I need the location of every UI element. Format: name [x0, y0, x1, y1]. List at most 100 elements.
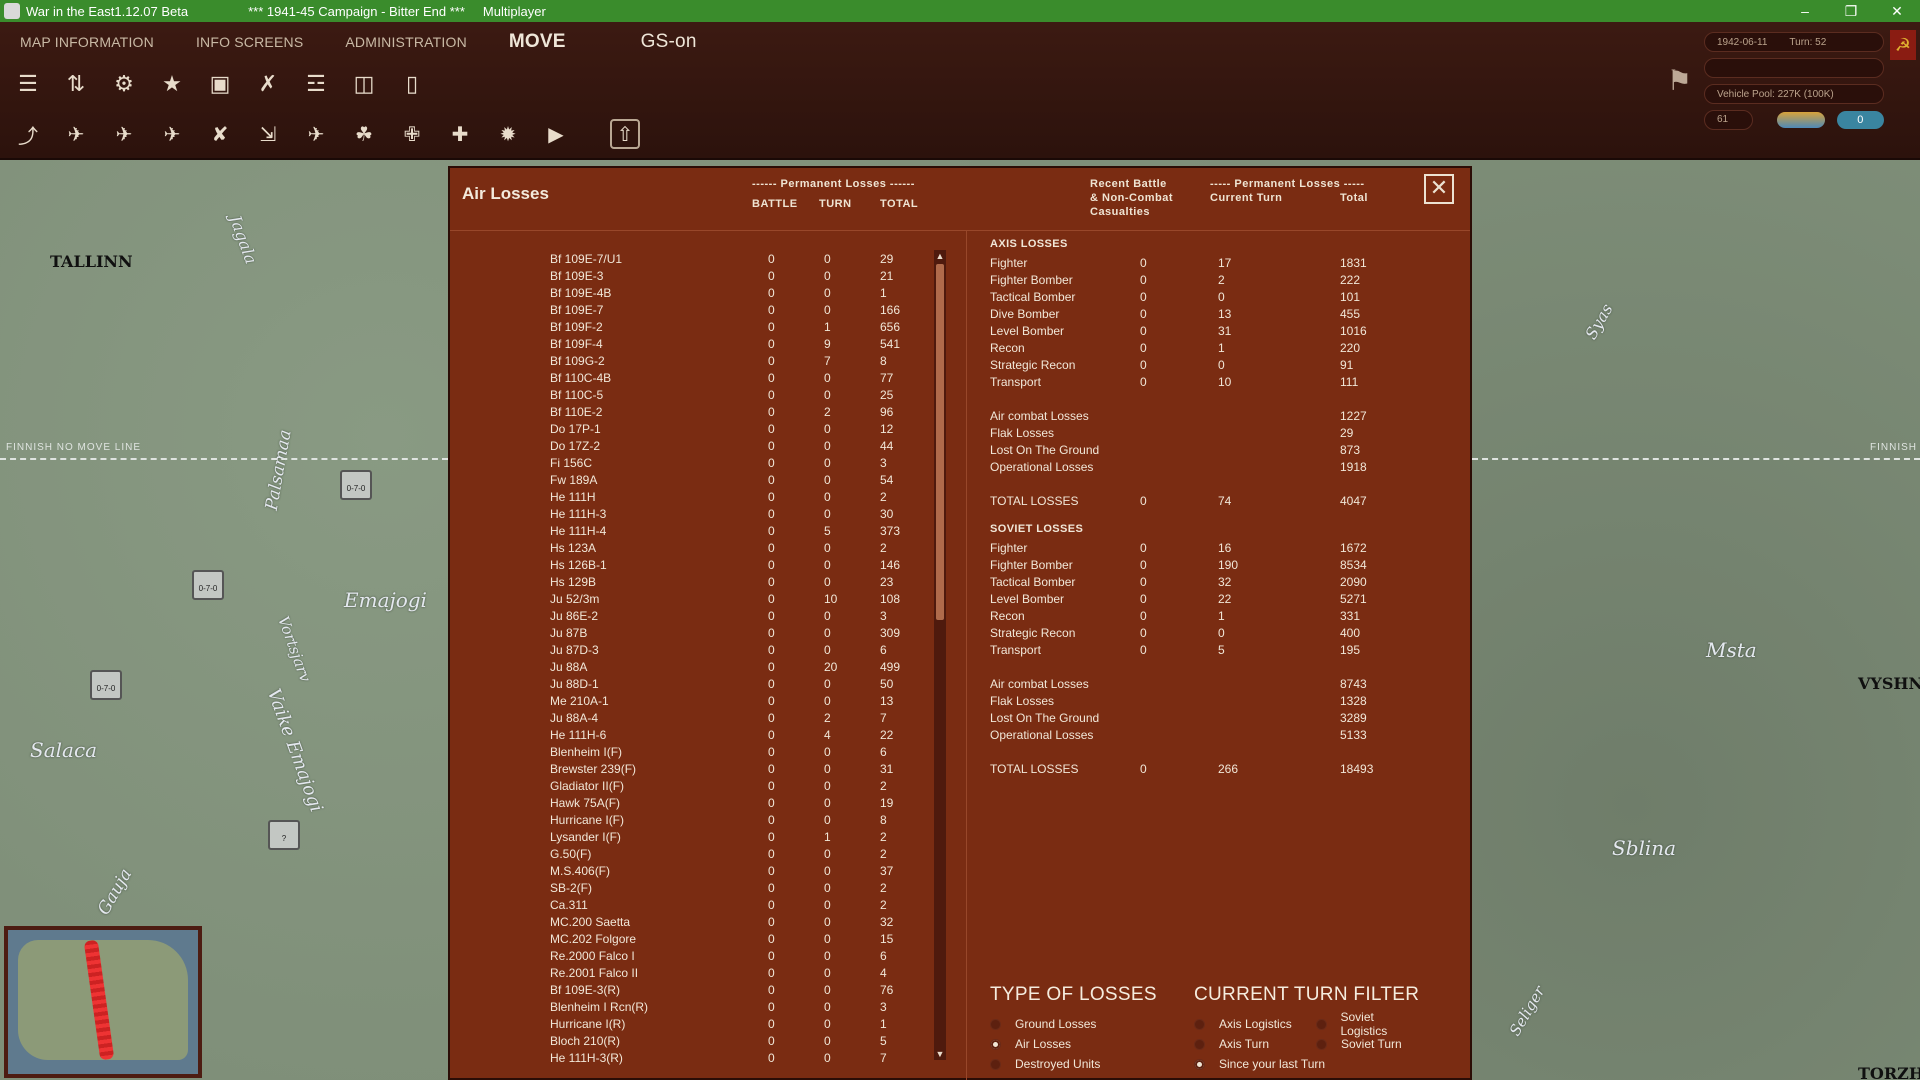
weather-toggle[interactable] — [1777, 112, 1825, 128]
unit-counter[interactable]: 0-7-0 — [192, 570, 224, 600]
close-button[interactable]: ✕ — [1424, 174, 1454, 204]
layers-icon[interactable]: ☰ — [8, 64, 48, 104]
table-row[interactable]: Brewster 239(F) 0 0 31 — [450, 762, 950, 779]
table-row[interactable]: Do 17Z-2 0 0 44 — [450, 439, 950, 456]
table-row[interactable]: MC.200 Saetta 0 0 32 — [450, 915, 950, 932]
close-window-icon[interactable]: ✕ — [1874, 0, 1920, 22]
table-row[interactable]: He 111H-6 0 4 22 — [450, 728, 950, 745]
gear-icon[interactable]: ⚙ — [104, 64, 144, 104]
table-row[interactable]: He 111H-3(R) 0 0 7 — [450, 1051, 950, 1068]
table-row[interactable]: Bf 110C-5 0 0 25 — [450, 388, 950, 405]
table-row[interactable]: Bf 109E-3 0 0 21 — [450, 269, 950, 286]
table-row[interactable]: Bloch 210(R) 0 0 5 — [450, 1034, 950, 1051]
interdiction-icon[interactable]: ✘ — [200, 114, 240, 154]
hq-icon[interactable]: ▣ — [200, 64, 240, 104]
radio-ground-losses[interactable]: Ground Losses — [990, 1014, 1096, 1034]
table-row[interactable]: Ju 88D-1 0 0 50 — [450, 677, 950, 694]
radio-air-losses[interactable]: Air Losses — [990, 1034, 1071, 1054]
town-torzh[interactable]: TORZH — [1858, 1064, 1920, 1080]
town-tallinn[interactable]: TALLINN — [50, 252, 133, 271]
radio-icon[interactable] — [990, 1038, 1001, 1050]
play-icon[interactable]: ▶ — [536, 114, 576, 154]
table-row[interactable]: Lysander I(F) 0 1 2 — [450, 830, 950, 847]
restore-icon[interactable]: ❐ — [1828, 0, 1874, 22]
table-row[interactable]: G.50(F) 0 0 2 — [450, 847, 950, 864]
table-row[interactable]: Hawk 75A(F) 0 0 19 — [450, 796, 950, 813]
transfer-icon[interactable]: ⇲ — [248, 114, 288, 154]
table-row[interactable]: Blenheim I(F) 0 0 6 — [450, 745, 950, 762]
table-row[interactable]: Bf 109E-7/U1 0 0 29 — [450, 252, 950, 269]
table-row[interactable]: Blenheim I Rcn(R) 0 0 3 — [450, 1000, 950, 1017]
minimize-icon[interactable]: – — [1782, 0, 1828, 22]
scroll-thumb[interactable] — [936, 264, 944, 620]
unit-counter[interactable]: 0-7-0 — [90, 670, 122, 700]
bomb-icon[interactable]: ✈ — [152, 114, 192, 154]
radio-icon[interactable] — [1194, 1038, 1205, 1050]
table-row[interactable]: Re.2001 Falco II 0 0 4 — [450, 966, 950, 983]
table-row[interactable]: Re.2000 Falco I 0 0 6 — [450, 949, 950, 966]
table-row[interactable]: He 111H-4 0 5 373 — [450, 524, 950, 541]
radio-icon[interactable] — [1316, 1018, 1327, 1030]
table-row[interactable]: He 111H-3 0 0 30 — [450, 507, 950, 524]
table-row[interactable]: Hurricane I(F) 0 0 8 — [450, 813, 950, 830]
table-row[interactable]: Ju 86E-2 0 0 3 — [450, 609, 950, 626]
table-row[interactable]: M.S.406(F) 0 0 37 — [450, 864, 950, 881]
table-row[interactable]: Bf 109F-4 0 9 541 — [450, 337, 950, 354]
explosion-icon[interactable]: ✹ — [488, 114, 528, 154]
table-row[interactable]: Bf 109E-3(R) 0 0 76 — [450, 983, 950, 1000]
formation-icon[interactable]: ⚑ — [1667, 64, 1692, 97]
table-row[interactable]: Gladiator II(F) 0 0 2 — [450, 779, 950, 796]
table-row[interactable]: Ca.311 0 0 2 — [450, 898, 950, 915]
recon-mission-icon[interactable]: ✙ — [392, 114, 432, 154]
airbase-icon[interactable]: ⤴ — [8, 114, 48, 154]
table-row[interactable]: He 111H 0 0 2 — [450, 490, 950, 507]
supply-icon[interactable]: ▯ — [392, 64, 432, 104]
scroll-down-icon[interactable]: ▼ — [934, 1048, 946, 1060]
table-row[interactable]: Ju 87D-3 0 0 6 — [450, 643, 950, 660]
tab-info-screens[interactable]: INFO SCREENS — [186, 34, 313, 50]
table-row[interactable]: Bf 110C-4B 0 0 77 — [450, 371, 950, 388]
star-icon[interactable]: ★ — [152, 64, 192, 104]
table-row[interactable]: MC.202 Folgore 0 0 15 — [450, 932, 950, 949]
aircraft-loss-list[interactable]: Bf 109E-7/U1 0 0 29 Bf 109E-3 0 0 21 Bf 109E-4B 0… — [450, 252, 950, 1068]
units-icon[interactable]: ⇅ — [56, 64, 96, 104]
table-row[interactable]: Hs 123A 0 0 2 — [450, 541, 950, 558]
table-row[interactable]: SB-2(F) 0 0 2 — [450, 881, 950, 898]
tab-administration[interactable]: ADMINISTRATION — [335, 34, 477, 50]
radio-icon[interactable] — [990, 1018, 1001, 1030]
air-recon-icon[interactable]: ✈ — [56, 114, 96, 154]
table-row[interactable]: Bf 109G-2 0 7 8 — [450, 354, 950, 371]
table-row[interactable]: Bf 109E-7 0 0 166 — [450, 303, 950, 320]
radio-soviet-turn[interactable]: Soviet Turn — [1316, 1034, 1402, 1054]
table-row[interactable]: Me 210A-1 0 0 13 — [450, 694, 950, 711]
unit-counter[interactable]: 0-7-0 — [340, 470, 372, 500]
table-row[interactable]: Ju 52/3m 0 10 108 — [450, 592, 950, 609]
unit-counter[interactable]: ? — [268, 820, 300, 850]
radio-icon[interactable] — [990, 1058, 1001, 1070]
list-scrollbar[interactable]: ▲ ▼ — [934, 250, 946, 1060]
tab-map-information[interactable]: MAP INFORMATION — [10, 34, 164, 50]
move-mode-button[interactable]: MOVE — [499, 31, 576, 53]
gs-toggle-button[interactable]: GS-on — [631, 31, 707, 53]
table-row[interactable]: Bf 109F-2 0 1 656 — [450, 320, 950, 337]
city-bomb-icon[interactable]: ☘ — [344, 114, 384, 154]
table-row[interactable]: Ju 88A 0 20 499 — [450, 660, 950, 677]
table-row[interactable]: Hurricane I(R) 0 0 1 — [450, 1017, 950, 1034]
upload-icon[interactable]: ⇧ — [610, 119, 640, 149]
table-row[interactable]: Bf 110E-2 0 2 96 — [450, 405, 950, 422]
radio-icon[interactable] — [1316, 1038, 1327, 1050]
table-row[interactable]: Fw 189A 0 0 54 — [450, 473, 950, 490]
radio-since-last-turn[interactable]: Since your last Turn — [1194, 1054, 1325, 1074]
radio-soviet-logistics[interactable]: Soviet Logistics — [1316, 1010, 1419, 1038]
radio-icon[interactable] — [1194, 1058, 1205, 1070]
value-toggle[interactable]: 0 — [1836, 111, 1884, 129]
airdrop-icon[interactable]: ✈ — [296, 114, 336, 154]
radio-axis-turn[interactable]: Axis Turn — [1194, 1034, 1269, 1054]
ground-attack-icon[interactable]: ✈ — [104, 114, 144, 154]
table-row[interactable]: Do 17P-1 0 0 12 — [450, 422, 950, 439]
table-row[interactable]: Ju 88A-4 0 2 7 — [450, 711, 950, 728]
radio-destroyed-units[interactable]: Destroyed Units — [990, 1054, 1100, 1074]
table-row[interactable]: Bf 109E-4B 0 0 1 — [450, 286, 950, 303]
minimap[interactable] — [4, 926, 202, 1078]
escort-icon[interactable]: ✚ — [440, 114, 480, 154]
